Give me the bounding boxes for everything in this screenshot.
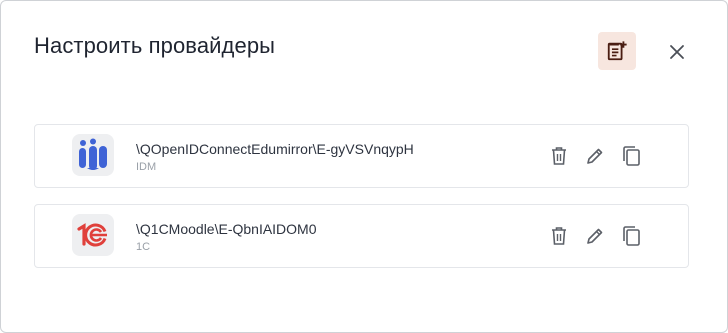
configure-providers-dialog: Настроить провайдеры \QOpenIDConnectEdum… (0, 0, 728, 333)
provider-name: \QOpenIDConnectEdumirror\E-gyVSVnqypH (136, 141, 414, 157)
delete-icon (550, 226, 568, 246)
close-button[interactable] (665, 40, 689, 64)
provider-type: IDM (136, 161, 157, 173)
provider-row: \QOpenIDConnectEdumirror\E-gyVSVnqypH ID… (34, 124, 689, 188)
provider-row: \Q1CMoodle\E-QbnIAIDOM0 1C (34, 204, 689, 268)
edit-icon (585, 226, 605, 246)
copy-button[interactable] (619, 224, 643, 248)
copy-button[interactable] (619, 144, 643, 168)
note-add-icon (606, 40, 628, 62)
edit-icon (585, 146, 605, 166)
close-icon (669, 44, 685, 60)
copy-icon (621, 145, 641, 167)
copy-icon (621, 225, 641, 247)
add-provider-button[interactable] (598, 32, 636, 70)
provider-type: 1C (136, 241, 151, 253)
edit-button[interactable] (583, 144, 607, 168)
delete-icon (550, 146, 568, 166)
delete-button[interactable] (547, 144, 571, 168)
delete-button[interactable] (547, 224, 571, 248)
1c-logo (72, 214, 114, 256)
dialog-title: Настроить провайдеры (34, 33, 276, 58)
provider-name: \Q1CMoodle\E-QbnIAIDOM0 (136, 221, 317, 237)
idm-logo (72, 134, 114, 176)
edit-button[interactable] (583, 224, 607, 248)
